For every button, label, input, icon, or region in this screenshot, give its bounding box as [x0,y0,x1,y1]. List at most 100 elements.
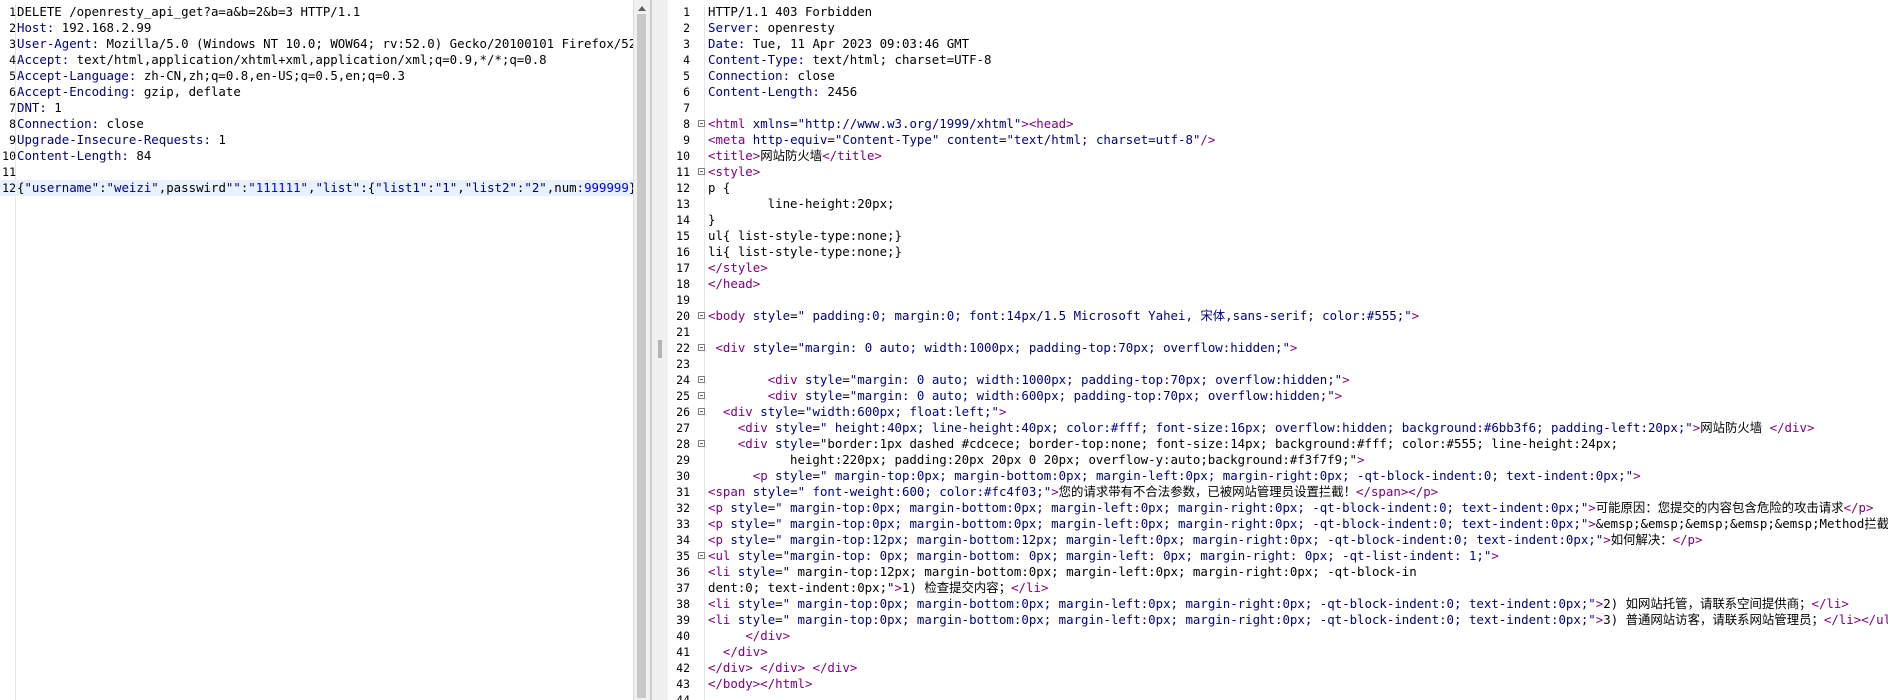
response-line[interactable]: 12 p { [668,180,1888,196]
response-line[interactable]: 39 <li style=" margin-top:0px; margin-bot… [668,612,1888,628]
line-number: 28 [676,437,690,451]
header-name: Date: [708,36,746,51]
request-line[interactable]: 4 Accept: text/html,application/xhtml+xml… [0,52,650,68]
response-line[interactable]: 37 dent:0; text-indent:0px;">1) 检查提交内容；</… [668,580,1888,596]
request-line[interactable]: 5 Accept-Language: zh-CN,zh;q=0.8,en-US;q… [0,68,650,84]
response-line[interactable]: 36 <li style=" margin-top:12px; margin-bo… [668,564,1888,580]
request-editor-pane[interactable]: 1 DELETE /openresty_api_get?a=a&b=2&b=3 H… [0,0,651,700]
response-line[interactable]: 14} [668,212,1888,228]
header-name: Accept: [17,52,70,67]
response-line[interactable]: 20 <body style=" padding:0; margin:0; fon… [668,308,1888,324]
response-line[interactable]: 28 <div style="border:1px dashed #cdcece… [668,436,1888,452]
response-line[interactable]: 6 Content-Length: 2456 [668,84,1888,100]
response-line[interactable]: 1 HTTP/1.1 403 Forbidden [668,4,1888,20]
fold-toggle-icon[interactable] [698,440,705,447]
request-line[interactable]: 3 User-Agent: Mozilla/5.0 (Windows NT 10.… [0,36,650,52]
splitter-grip-icon[interactable] [658,340,662,358]
line-number: 21 [676,325,690,339]
response-line[interactable]: 13 line-height:20px; [668,196,1888,212]
response-line[interactable]: 7 [668,100,1888,116]
fold-toggle-icon[interactable] [698,120,705,127]
response-body-line: <p style=" margin-top:12px; margin-botto… [708,532,1703,547]
fold-toggle-icon[interactable] [698,344,705,351]
response-editor-pane[interactable]: 1 HTTP/1.1 403 Forbidden 2 Server: openrest… [668,0,1888,700]
response-line[interactable]: 2 Server: openresty [668,20,1888,36]
line-number: 15 [676,229,690,243]
response-line[interactable]: 8 <html xmlns="http://www.w3.org/1999/xht… [668,116,1888,132]
header-line: Content-Length: 84 [17,148,151,164]
response-line[interactable]: 11 <style> [668,164,1888,180]
response-line[interactable]: 40 </div> [668,628,1888,644]
scrollbar-thumb[interactable] [637,14,646,698]
request-line[interactable]: 8 Connection: close [0,116,650,132]
fold-toggle-icon[interactable] [698,376,705,383]
header-value: gzip, deflate [136,84,241,99]
header-line: Accept: text/html,application/xhtml+xml,… [17,52,547,68]
fold-toggle-icon[interactable] [698,392,705,399]
response-line[interactable]: 41 </div> [668,644,1888,660]
response-line[interactable]: 17 </style> [668,260,1888,276]
response-line[interactable]: 10 <title>网站防火墙</title> [668,148,1888,164]
response-line[interactable]: 18 </head> [668,276,1888,292]
response-line[interactable]: 30 <p style=" margin-top:0px; margin-bot… [668,468,1888,484]
response-line[interactable]: 29 height:220px; padding:20px 20px 0 20p… [668,452,1888,468]
response-body-line: <html xmlns="http://www.w3.org/1999/xhtm… [708,116,1074,131]
response-line[interactable]: 23 [668,356,1888,372]
line-number: 7 [683,101,690,115]
response-line[interactable]: 9 <meta http-equiv="Content-Type" content… [668,132,1888,148]
response-line[interactable]: 32 <p style=" margin-top:0px; margin-bott… [668,500,1888,516]
fold-toggle-icon[interactable] [698,408,705,415]
response-line[interactable]: 21 [668,324,1888,340]
response-line[interactable]: 27 <div style=" height:40px; line-height… [668,420,1888,436]
header-name: Content-Length: [708,84,820,99]
request-line[interactable]: 9 Upgrade-Insecure-Requests: 1 [0,132,650,148]
header-line: Accept-Language: zh-CN,zh;q=0.8,en-US;q=… [17,68,405,84]
request-editor[interactable]: 1 DELETE /openresty_api_get?a=a&b=2&b=3 H… [0,4,650,700]
response-body-line: <span style=" font-weight:600; color:#fc… [708,484,1439,499]
response-line[interactable]: 3 Date: Tue, 11 Apr 2023 09:03:46 GMT [668,36,1888,52]
header-value: openresty [760,20,835,35]
header-value: close [790,68,835,83]
response-body-line: <div style="border:1px dashed #cdcece; b… [737,436,1619,451]
code-text: ul{ list-style-type:none;} [708,228,902,243]
fold-toggle-icon[interactable] [698,312,705,319]
response-line[interactable]: 26 <div style="width:600px; float:left;"… [668,404,1888,420]
response-body-line: <p style=" margin-top:0px; margin-bottom… [708,500,1874,515]
response-line[interactable]: 31 <span style=" font-weight:600; color:#… [668,484,1888,500]
pane-splitter[interactable] [651,0,669,700]
response-line[interactable]: 25 <div style="margin: 0 auto; width:600… [668,388,1888,404]
line-number: 25 [676,389,690,403]
response-line[interactable]: 22 <div style="margin: 0 auto; width:100… [668,340,1888,356]
response-body-line: <style> [708,164,761,179]
fold-toggle-icon[interactable] [698,552,705,559]
response-line[interactable]: 16 li{ list-style-type:none;} [668,244,1888,260]
response-line[interactable]: 19 [668,292,1888,308]
response-editor[interactable]: 1 HTTP/1.1 403 Forbidden 2 Server: openrest… [668,4,1888,700]
request-line[interactable]: 2 Host: 192.168.2.99 [0,20,650,36]
response-line[interactable]: 33 <p style=" margin-top:0px; margin-bott… [668,516,1888,532]
request-line[interactable]: 1 DELETE /openresty_api_get?a=a&b=2&b=3 H… [0,4,650,20]
response-body-line: </div> [745,628,791,643]
request-line[interactable]: 11 [0,164,650,180]
response-line[interactable]: 44 [668,692,1888,700]
line-number: 6 [683,85,690,99]
request-line[interactable]: 12 {"username":"weizi",passwird"":"111111… [0,180,650,196]
response-body-line: height:220px; padding:20px 20px 0 20px; … [708,452,1365,467]
scroll-up-arrow-icon[interactable] [638,6,646,11]
request-line[interactable]: 6 Accept-Encoding: gzip, deflate [0,84,650,100]
response-line[interactable]: 38 <li style=" margin-top:0px; margin-bot… [668,596,1888,612]
request-line[interactable]: 10 Content-Length: 84 [0,148,650,164]
request-vertical-scrollbar[interactable] [633,0,650,700]
fold-toggle-icon[interactable] [698,168,705,175]
response-line[interactable]: 5 Connection: close [668,68,1888,84]
response-line[interactable]: 43 </body></html> [668,676,1888,692]
response-line[interactable]: 4 Content-Type: text/html; charset=UTF-8 [668,52,1888,68]
response-body-line: <body style=" padding:0; margin:0; font:… [708,308,1420,323]
response-line[interactable]: 34 <p style=" margin-top:12px; margin-bot… [668,532,1888,548]
response-line[interactable]: 42 </div> </div> </div> [668,660,1888,676]
response-line[interactable]: 24 <div style="margin: 0 auto; width:100… [668,372,1888,388]
response-line[interactable]: 15 ul{ list-style-type:none;} [668,228,1888,244]
response-body-line: dent:0; text-indent:0px;">1) 检查提交内容；</li… [708,580,1049,595]
response-line[interactable]: 35 <ul style="margin-top: 0px; margin-bot… [668,548,1888,564]
request-line[interactable]: 7 DNT: 1 [0,100,650,116]
